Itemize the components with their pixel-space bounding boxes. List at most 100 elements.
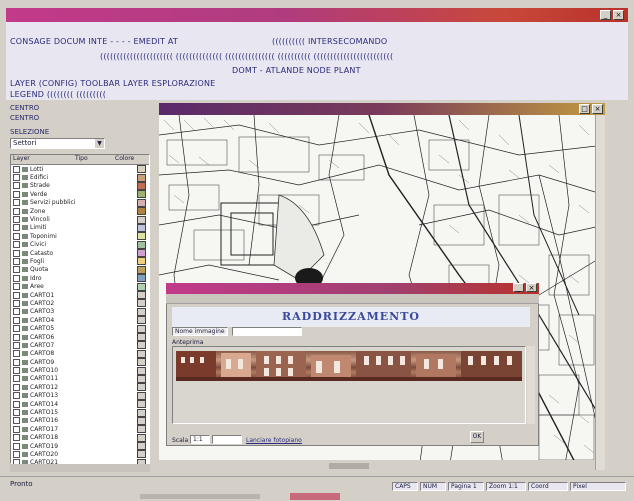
layer-visibility-checkbox[interactable] (13, 400, 20, 408)
layer-visibility-checkbox[interactable] (13, 375, 20, 383)
menu-row-2[interactable]: (((((((((((((((((((((( (((((((((((((( ((… (100, 52, 393, 61)
layer-color-swatch[interactable] (137, 383, 146, 392)
layer-visibility-checkbox[interactable] (13, 392, 20, 400)
layer-row[interactable]: Zone (11, 207, 149, 216)
layer-color-swatch[interactable] (137, 190, 146, 199)
layer-row[interactable]: Lotti (11, 165, 149, 174)
layer-color-swatch[interactable] (137, 349, 146, 358)
layer-color-swatch[interactable] (137, 207, 146, 216)
layer-color-swatch[interactable] (137, 333, 146, 341)
layer-visibility-checkbox[interactable] (13, 450, 20, 458)
layer-row[interactable]: CARTO11 (11, 374, 149, 383)
layer-row[interactable]: Catasto (11, 249, 149, 258)
layer-color-swatch[interactable] (137, 291, 146, 300)
layer-visibility-checkbox[interactable] (13, 333, 20, 341)
layer-visibility-checkbox[interactable] (13, 358, 20, 366)
layer-set-dropdown[interactable]: Settori ▼ (10, 138, 105, 149)
layer-color-swatch[interactable] (137, 240, 146, 249)
layer-color-swatch[interactable] (137, 198, 146, 207)
layer-color-swatch[interactable] (137, 223, 146, 232)
chevron-down-icon[interactable]: ▼ (95, 139, 104, 148)
taskbar-active-item[interactable] (290, 493, 340, 500)
menu-row-1-right[interactable]: (((((((((( INTERSECOMANDO (272, 37, 387, 46)
scale-input-2[interactable] (212, 435, 242, 444)
layer-color-swatch[interactable] (137, 400, 146, 409)
layer-color-swatch[interactable] (137, 215, 146, 224)
close-button[interactable]: × (613, 10, 624, 20)
layer-visibility-checkbox[interactable] (13, 417, 20, 425)
layer-row[interactable]: Servizi pubblici (11, 198, 149, 207)
map-hscroll[interactable] (159, 462, 595, 470)
layer-color-swatch[interactable] (137, 307, 146, 316)
layer-visibility-checkbox[interactable] (13, 341, 20, 349)
layer-row[interactable]: Vincoli (11, 215, 149, 224)
layer-row[interactable]: Idro (11, 274, 149, 283)
layer-visibility-checkbox[interactable] (13, 283, 20, 291)
layer-row[interactable]: Aree (11, 282, 149, 291)
col-header-layer[interactable]: Layer (11, 155, 75, 164)
minimize-button[interactable]: _ (600, 10, 611, 20)
layer-row[interactable]: CARTO5 (11, 324, 149, 333)
map-maximize-button[interactable]: □ (579, 104, 590, 114)
layer-visibility-checkbox[interactable] (13, 367, 20, 375)
layer-visibility-checkbox[interactable] (13, 241, 20, 249)
layer-color-swatch[interactable] (137, 181, 146, 190)
layer-visibility-checkbox[interactable] (13, 174, 20, 182)
layer-row[interactable]: CARTO12 (11, 383, 149, 392)
layer-visibility-checkbox[interactable] (13, 442, 20, 450)
layer-visibility-checkbox[interactable] (13, 299, 20, 307)
layer-color-swatch[interactable] (137, 391, 146, 400)
layer-visibility-checkbox[interactable] (13, 274, 20, 282)
layer-color-swatch[interactable] (137, 316, 146, 325)
layer-row[interactable]: CARTO20 (11, 450, 149, 459)
layer-color-swatch[interactable] (137, 416, 146, 425)
layer-color-swatch[interactable] (137, 433, 146, 442)
layer-row[interactable]: CARTO1 (11, 291, 149, 300)
layer-color-swatch[interactable] (137, 450, 146, 459)
layer-color-swatch[interactable] (137, 358, 146, 367)
layer-visibility-checkbox[interactable] (13, 224, 20, 232)
layer-row[interactable]: CARTO17 (11, 425, 149, 434)
layer-visibility-checkbox[interactable] (13, 190, 20, 198)
layer-color-swatch[interactable] (137, 425, 146, 434)
dialog-vscroll[interactable] (527, 346, 535, 424)
layer-row[interactable]: CARTO19 (11, 442, 149, 451)
layer-visibility-checkbox[interactable] (13, 232, 20, 240)
layer-color-swatch[interactable] (137, 341, 146, 350)
layer-row[interactable]: Edifici (11, 173, 149, 182)
layer-visibility-checkbox[interactable] (13, 266, 20, 274)
layer-visibility-checkbox[interactable] (13, 325, 20, 333)
dialog-close-button[interactable]: × (526, 283, 537, 292)
layer-row[interactable]: Quota (11, 265, 149, 274)
layer-row[interactable]: CARTO2 (11, 299, 149, 308)
layer-visibility-checkbox[interactable] (13, 199, 20, 207)
col-header-color[interactable]: Colore (115, 155, 145, 164)
layer-color-swatch[interactable] (137, 408, 146, 417)
layer-visibility-checkbox[interactable] (13, 182, 20, 190)
menu-row-4[interactable]: LAYER (CONFIG) TOOLBAR LAYER ESPLORAZION… (10, 79, 215, 88)
layer-color-swatch[interactable] (137, 282, 146, 291)
layer-color-swatch[interactable] (137, 442, 146, 451)
layer-color-swatch[interactable] (137, 257, 146, 266)
layer-color-swatch[interactable] (137, 299, 146, 308)
layer-visibility-checkbox[interactable] (13, 249, 20, 257)
layer-visibility-checkbox[interactable] (13, 434, 20, 442)
layer-row[interactable]: CARTO8 (11, 349, 149, 358)
layer-row[interactable]: Civici (11, 240, 149, 249)
layer-row[interactable]: CARTO7 (11, 341, 149, 350)
layer-color-swatch[interactable] (137, 165, 146, 174)
layer-row[interactable]: CARTO9 (11, 358, 149, 367)
map-close-button[interactable]: × (592, 104, 603, 114)
layer-visibility-checkbox[interactable] (13, 350, 20, 358)
layer-row[interactable]: CARTO3 (11, 307, 149, 316)
layer-row[interactable]: Strade (11, 181, 149, 190)
layer-list-hscroll[interactable] (10, 464, 150, 472)
layer-visibility-checkbox[interactable] (13, 257, 20, 265)
menu-row-3[interactable]: DOMT - ATLANDE NODE PLANT (232, 66, 361, 75)
layer-visibility-checkbox[interactable] (13, 291, 20, 299)
layer-row[interactable]: CARTO14 (11, 400, 149, 409)
layer-visibility-checkbox[interactable] (13, 425, 20, 433)
layer-row[interactable]: CARTO10 (11, 366, 149, 375)
map-hscroll-thumb[interactable] (329, 463, 369, 469)
layer-visibility-checkbox[interactable] (13, 207, 20, 215)
